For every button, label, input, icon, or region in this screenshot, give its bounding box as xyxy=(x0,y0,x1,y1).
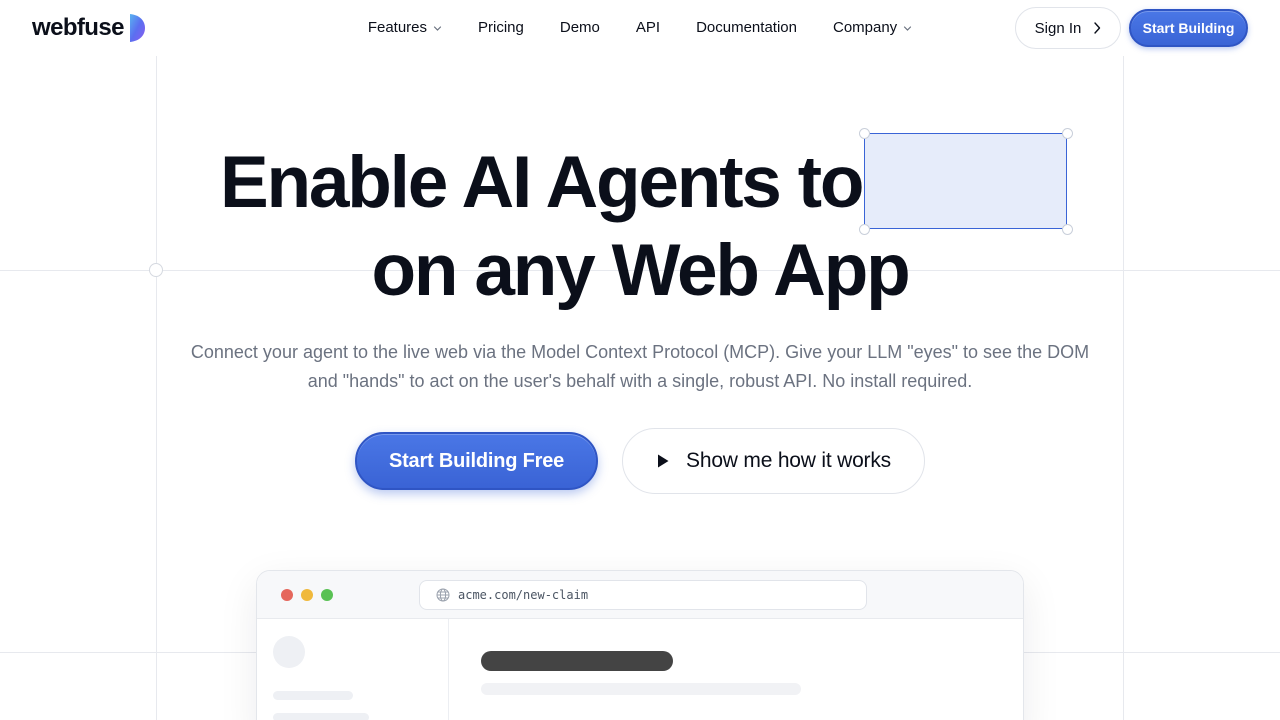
chevron-down-icon xyxy=(433,25,442,31)
globe-icon xyxy=(436,588,450,602)
skeleton-line xyxy=(481,683,801,695)
chevron-down-icon xyxy=(904,25,912,31)
nav-item-label: Pricing xyxy=(478,19,524,36)
avatar xyxy=(273,636,305,668)
skeleton-line xyxy=(273,691,353,700)
nav-item-label: API xyxy=(635,19,661,36)
address-bar: acme.com/new-claim xyxy=(419,580,867,610)
site-header: webfuse Features Pricing Demo API Documentat… xyxy=(0,0,1280,56)
browser-mockup: acme.com/new-claim xyxy=(256,570,1024,720)
guide-line-left xyxy=(156,56,157,720)
sign-in-label: Sign In xyxy=(1034,19,1082,37)
start-building-button[interactable]: Start Building xyxy=(1129,9,1248,47)
guide-line-right xyxy=(1123,56,1124,720)
skeleton-title xyxy=(481,651,673,671)
nav-item-api[interactable]: API xyxy=(636,18,660,38)
hero-heading-text2: on any Web App xyxy=(371,230,911,311)
nav-item-label: Demo xyxy=(559,19,600,36)
play-icon xyxy=(658,454,669,468)
nav-item-demo[interactable]: Demo xyxy=(560,18,600,38)
nav-item-label: Company xyxy=(832,19,898,36)
selection-handle xyxy=(1062,128,1073,139)
browser-toolbar: acme.com/new-claim xyxy=(257,571,1023,619)
nav-item-pricing[interactable]: Pricing xyxy=(478,18,524,38)
skeleton-line xyxy=(273,713,369,720)
nav-item-documentation[interactable]: Documentation xyxy=(696,18,797,38)
logo[interactable]: webfuse xyxy=(32,12,146,44)
nav-item-label: Features xyxy=(367,19,428,36)
chevron-right-icon xyxy=(1094,22,1101,34)
hero-subtitle: Connect your agent to the live web via t… xyxy=(190,342,1090,391)
selection-handle xyxy=(859,128,870,139)
logo-mark-icon xyxy=(129,14,145,42)
show-how-it-works-label: Show me how it works xyxy=(686,449,891,472)
minimize-dot xyxy=(301,589,313,601)
maximize-dot xyxy=(321,589,333,601)
hero-heading-line2: on any Web App xyxy=(0,226,1280,316)
mockup-sidebar xyxy=(257,619,449,720)
hero-heading-line1: Enable AI Agents to xyxy=(220,138,864,228)
nav-item-features[interactable]: Features xyxy=(368,18,442,38)
start-building-free-button[interactable]: Start Building Free xyxy=(355,432,598,490)
address-url: acme.com/new-claim xyxy=(458,588,589,602)
nav-item-label: Documentation xyxy=(696,19,797,36)
close-dot xyxy=(281,589,293,601)
nav-item-company[interactable]: Company xyxy=(833,18,912,38)
logo-text: webfuse xyxy=(32,14,124,41)
show-how-it-works-button[interactable]: Show me how it works xyxy=(622,428,925,494)
sign-in-button[interactable]: Sign In xyxy=(1015,7,1121,49)
animated-word-placeholder xyxy=(864,133,1067,229)
hero-heading-text1: Enable AI Agents to xyxy=(220,142,864,223)
